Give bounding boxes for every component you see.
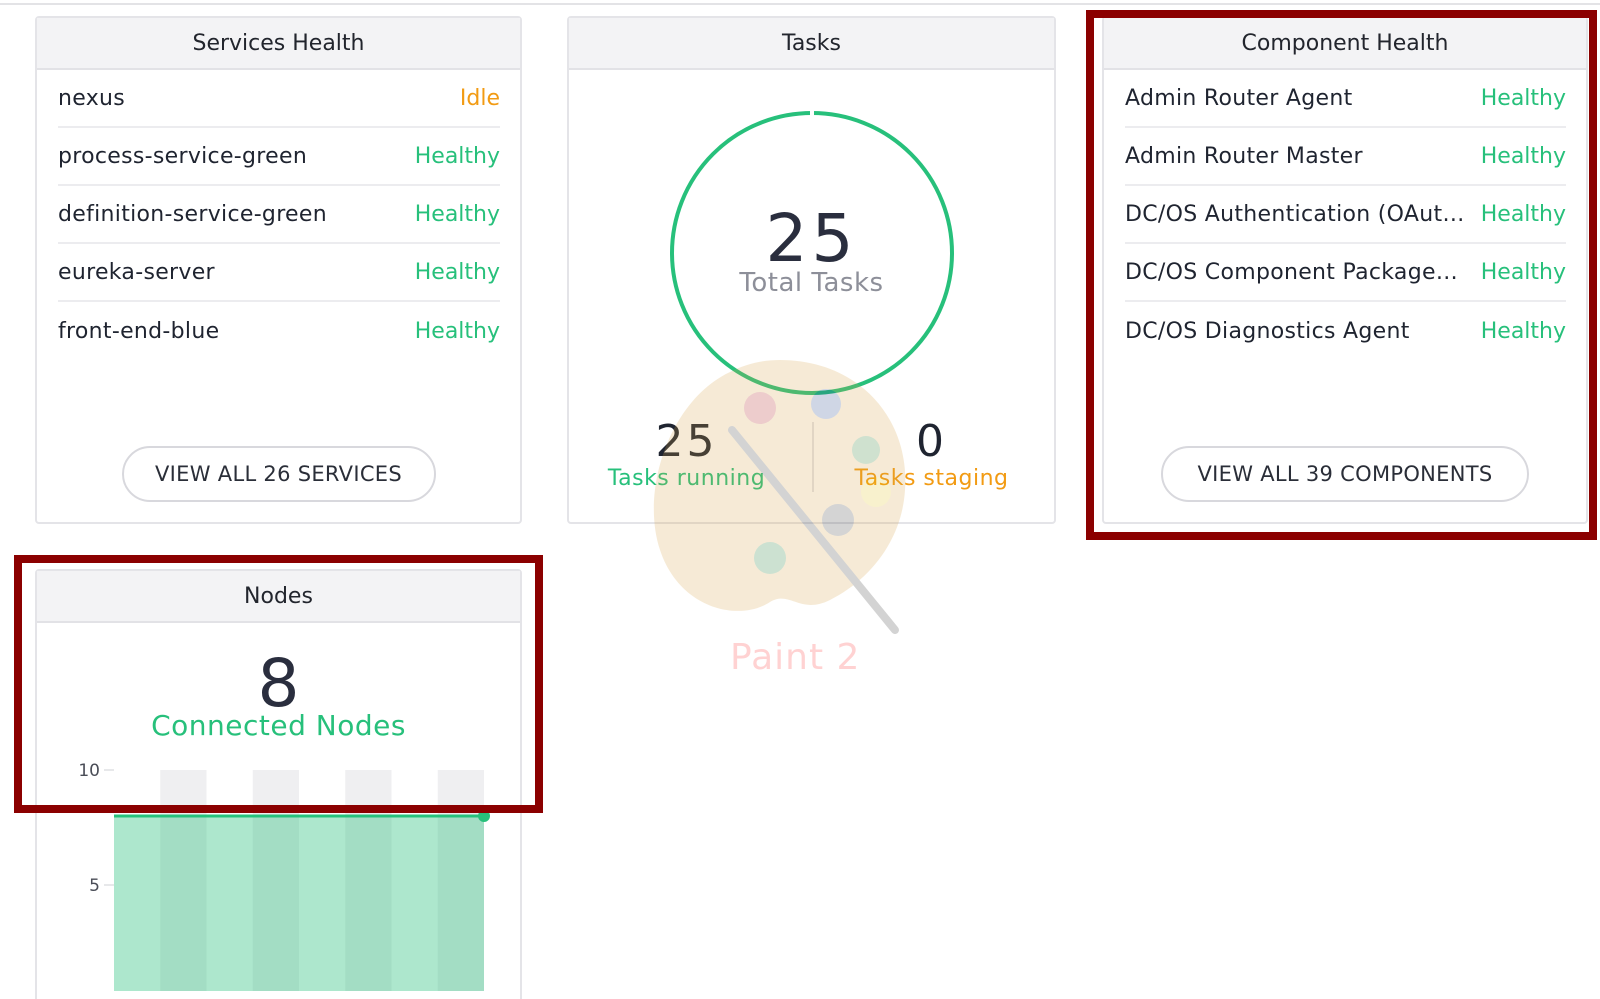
component-row[interactable]: Admin Router Master Healthy — [1125, 128, 1566, 186]
component-row[interactable]: Admin Router Agent Healthy — [1125, 70, 1566, 128]
component-status: Healthy — [1480, 259, 1566, 285]
total-tasks-count: 25 — [765, 200, 858, 277]
service-status: Healthy — [414, 201, 500, 227]
service-name[interactable]: eureka-server — [58, 260, 215, 285]
services-health-panel: Services Health nexus Idle process-servi… — [35, 16, 522, 524]
view-all-components-button[interactable]: VIEW ALL 39 COMPONENTS — [1161, 446, 1529, 502]
component-name[interactable]: Admin Router Master — [1125, 144, 1363, 169]
tasks-running-label: Tasks running — [607, 466, 766, 491]
component-status: Healthy — [1480, 201, 1566, 227]
component-row[interactable]: DC/OS Component Package ... Healthy — [1125, 244, 1566, 302]
y-tick-label: 10 — [78, 761, 100, 781]
component-row[interactable]: DC/OS Authentication (OAuth) Healthy — [1125, 186, 1566, 244]
tasks-staging-count: 0 — [916, 416, 947, 467]
tasks-running-count: 25 — [655, 416, 718, 467]
nodes-point — [478, 810, 490, 822]
tasks-staging-label: Tasks staging — [854, 466, 1009, 491]
component-name[interactable]: DC/OS Authentication (OAuth) — [1125, 202, 1465, 227]
service-name[interactable]: process-service-green — [58, 144, 307, 169]
service-row[interactable]: eureka-server Healthy — [58, 244, 500, 302]
service-status: Healthy — [414, 259, 500, 285]
tasks-divider — [812, 422, 814, 492]
tasks-panel: Tasks 25 Total Tasks 25 Tasks running 0 … — [567, 16, 1056, 524]
service-row[interactable]: process-service-green Healthy — [58, 128, 500, 186]
service-status: Healthy — [414, 143, 500, 169]
y-tick-label: 5 — [89, 876, 100, 896]
component-health-title: Component Health — [1104, 18, 1586, 70]
component-status: Healthy — [1480, 318, 1566, 344]
nodes-panel: Nodes 8 Connected Nodes 10 5 — [35, 569, 522, 999]
component-health-panel: Component Health Admin Router Agent Heal… — [1102, 16, 1588, 524]
top-divider — [0, 3, 1600, 5]
view-all-services-button[interactable]: VIEW ALL 26 SERVICES — [121, 446, 436, 502]
services-list: nexus Idle process-service-green Healthy… — [37, 70, 520, 360]
components-list: Admin Router Agent Healthy Admin Router … — [1104, 70, 1586, 360]
service-row[interactable]: front-end-blue Healthy — [58, 302, 500, 360]
component-name[interactable]: Admin Router Agent — [1125, 86, 1353, 111]
watermark-label: Paint 2 — [730, 637, 861, 678]
service-name[interactable]: nexus — [58, 86, 125, 111]
service-status: Idle — [459, 85, 500, 111]
nodes-title: Nodes — [37, 571, 520, 623]
nodes-area — [114, 816, 484, 991]
services-health-title: Services Health — [37, 18, 520, 70]
component-status: Healthy — [1480, 143, 1566, 169]
service-row[interactable]: definition-service-green Healthy — [58, 186, 500, 244]
tasks-title: Tasks — [569, 18, 1054, 70]
total-tasks-label: Total Tasks — [739, 268, 884, 298]
component-row[interactable]: DC/OS Diagnostics Agent Healthy — [1125, 302, 1566, 360]
service-status: Healthy — [414, 318, 500, 344]
nodes-chart: 10 5 — [78, 761, 490, 991]
service-row[interactable]: nexus Idle — [58, 70, 500, 128]
component-status: Healthy — [1480, 85, 1566, 111]
connected-nodes-label: Connected Nodes — [151, 709, 406, 742]
component-name[interactable]: DC/OS Diagnostics Agent — [1125, 319, 1410, 344]
service-name[interactable]: definition-service-green — [58, 202, 327, 227]
service-name[interactable]: front-end-blue — [58, 319, 219, 344]
component-name[interactable]: DC/OS Component Package ... — [1125, 260, 1465, 285]
